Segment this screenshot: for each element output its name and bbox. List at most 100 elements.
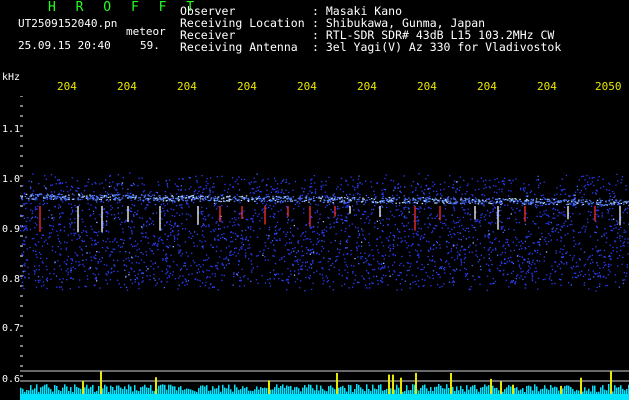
noise-dot: [49, 272, 51, 275]
noise-dot: [39, 203, 41, 205]
signal-bar: [626, 388, 628, 394]
noise-dot: [535, 205, 537, 208]
signal-bar: [226, 388, 228, 394]
noise-dot: [564, 213, 566, 216]
noise-dot: [537, 175, 539, 177]
noise-dot: [361, 241, 363, 243]
carrier-dot: [603, 204, 606, 206]
noise-dot: [36, 217, 39, 219]
signal-bar: [242, 386, 244, 394]
carrier-dot: [162, 198, 165, 200]
carrier-dot: [536, 201, 538, 203]
noise-dot: [335, 188, 338, 190]
noise-dot: [313, 231, 315, 233]
noise-dot: [536, 207, 538, 209]
signal-bar: [140, 387, 142, 394]
noise-dot: [43, 202, 46, 205]
noise-dot: [199, 266, 202, 268]
noise-dot: [597, 264, 599, 266]
noise-dot: [417, 267, 419, 269]
carrier-dot: [192, 197, 194, 199]
carrier-dot: [308, 201, 310, 203]
noise-dot: [183, 262, 185, 264]
noise-dot: [228, 245, 230, 247]
carrier-dot: [274, 200, 277, 202]
x-tick-label: 204: [117, 80, 137, 93]
noise-dot: [480, 177, 482, 179]
noise-dot: [332, 211, 334, 214]
noise-dot: [292, 234, 294, 236]
noise-dot: [321, 267, 323, 269]
noise-dot: [50, 225, 52, 227]
noise-dot: [29, 220, 31, 222]
noise-dot: [94, 284, 96, 286]
noise-dot: [69, 226, 71, 228]
noise-dot: [457, 255, 459, 257]
signal-bar: [606, 390, 608, 394]
carrier-dot: [229, 195, 231, 197]
signal-bar: [484, 384, 486, 394]
noise-dot: [176, 193, 178, 195]
noise-dot: [309, 190, 311, 192]
carrier-dot: [525, 203, 527, 205]
noise-dot: [512, 209, 514, 211]
noise-dot: [407, 222, 410, 224]
noise-dot: [527, 258, 529, 260]
noise-dot: [309, 238, 311, 240]
noise-dot: [513, 249, 515, 251]
noise-dot: [277, 210, 280, 213]
carrier-dot: [615, 199, 618, 201]
noise-dot: [603, 249, 606, 252]
noise-dot: [237, 235, 239, 237]
noise-dot: [434, 265, 436, 268]
carrier-dot: [445, 200, 448, 202]
noise-dot: [343, 254, 345, 256]
carrier-dot: [240, 196, 242, 198]
signal-bar: [106, 386, 108, 394]
noise-dot: [344, 258, 346, 260]
noise-dot: [117, 207, 119, 209]
noise-dot: [325, 275, 327, 277]
signal-bar: [410, 390, 412, 394]
noise-dot: [62, 278, 64, 280]
noise-dot: [472, 275, 474, 277]
noise-dot: [140, 203, 143, 205]
noise-dot: [213, 205, 215, 207]
noise-dot: [520, 189, 522, 191]
noise-dot: [179, 204, 181, 206]
noise-dot: [280, 191, 282, 194]
carrier-dot: [24, 196, 27, 198]
noise-dot: [321, 250, 323, 252]
noise-dot: [63, 226, 66, 228]
noise-dot: [232, 253, 234, 256]
carrier-dot: [438, 201, 440, 203]
noise-dot: [212, 191, 214, 193]
noise-dot: [38, 183, 40, 185]
noise-dot: [586, 218, 589, 220]
carrier-dot: [109, 199, 112, 201]
carrier-dot: [360, 201, 363, 203]
noise-dot: [453, 196, 455, 199]
noise-dot: [96, 280, 98, 282]
noise-dot: [449, 266, 451, 268]
noise-dot: [196, 265, 198, 267]
noise-dot: [130, 267, 132, 269]
signal-bar: [236, 387, 238, 394]
noise-dot: [169, 265, 171, 267]
carrier-dot: [529, 201, 532, 203]
signal-bar: [166, 389, 168, 394]
noise-dot: [188, 236, 190, 239]
noise-dot: [419, 211, 421, 213]
noise-dot: [177, 189, 180, 191]
noise-dot: [143, 225, 145, 227]
noise-dot: [238, 189, 241, 191]
noise-dot: [377, 280, 379, 282]
noise-dot: [551, 265, 553, 267]
noise-dot: [173, 236, 176, 239]
carrier-dot: [210, 198, 212, 200]
noise-dot: [432, 259, 434, 261]
noise-dot: [329, 223, 331, 225]
carrier-dot: [389, 200, 391, 202]
noise-dot: [272, 255, 274, 257]
noise-dot: [495, 237, 497, 239]
